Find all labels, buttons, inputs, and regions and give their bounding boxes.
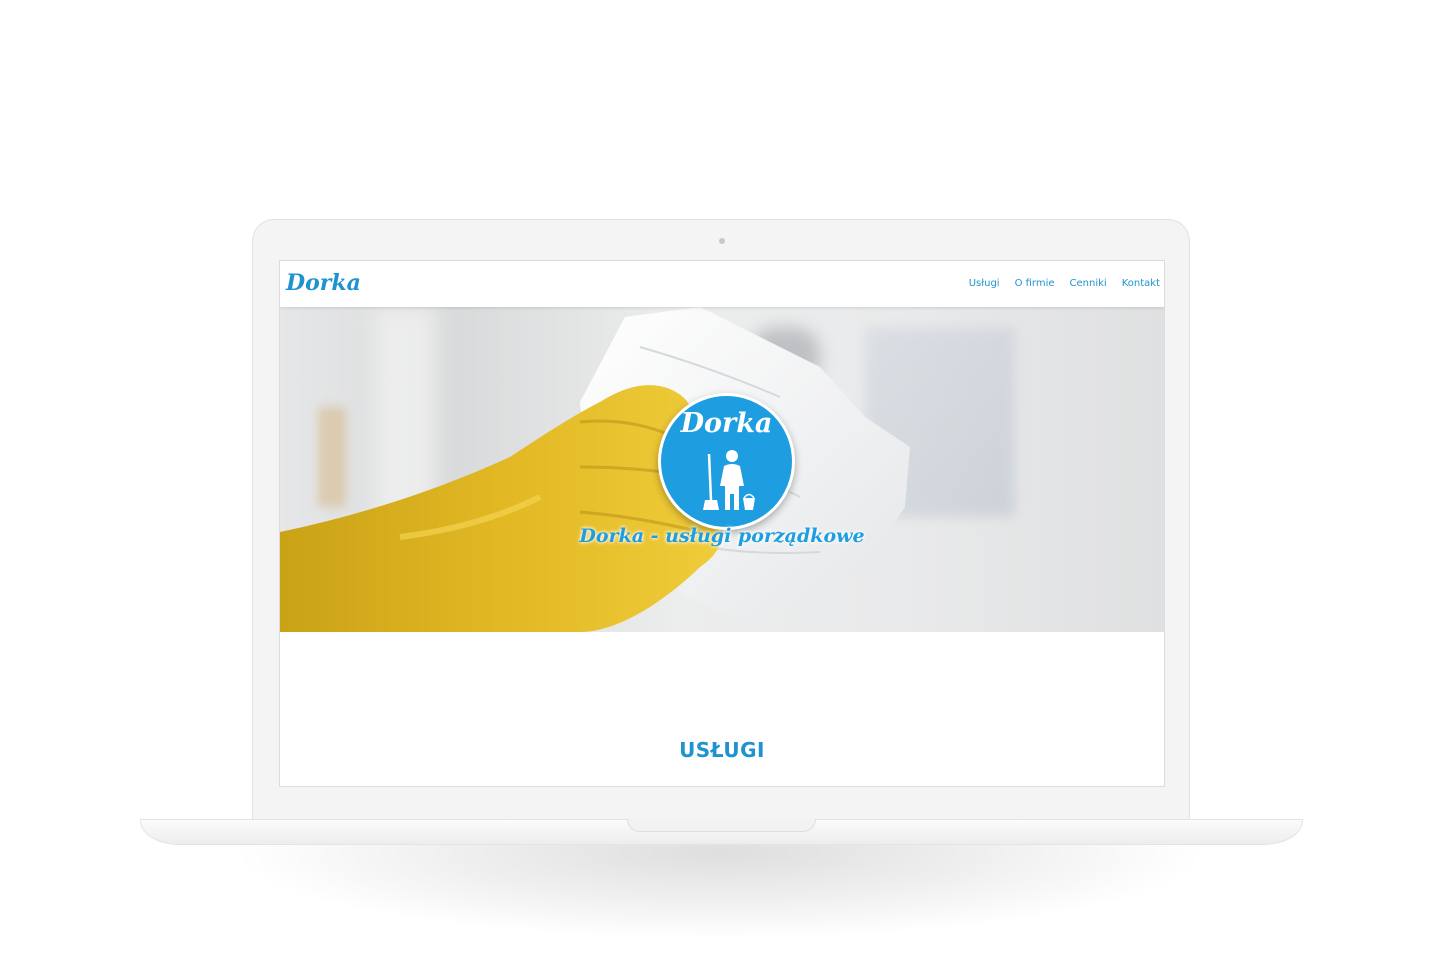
laptop-base-notch — [627, 819, 816, 832]
brand-logo-link[interactable]: Dorka — [286, 270, 361, 296]
laptop-screen: Dorka Usługi O firmie Cenniki Kontakt Do… — [279, 260, 1165, 787]
laptop-shadow — [230, 830, 1210, 940]
hero-tagline: Dorka - usługi porządkowe — [579, 525, 865, 547]
maid-with-broom-icon — [703, 450, 755, 510]
main-nav: Usługi O firmie Cenniki Kontakt — [954, 278, 1160, 289]
nav-link-uslugi[interactable]: Usługi — [969, 278, 1000, 289]
badge-title: Dorka — [680, 408, 773, 439]
site-navbar: Dorka Usługi O firmie Cenniki Kontakt — [280, 261, 1164, 307]
nav-link-cenniki[interactable]: Cenniki — [1070, 278, 1107, 289]
nav-link-kontakt[interactable]: Kontakt — [1122, 278, 1160, 289]
webcam — [719, 238, 725, 244]
hero-banner: Dorka Dorka - usługi porządkowe — [280, 307, 1164, 632]
nav-link-o-firmie[interactable]: O firmie — [1015, 278, 1055, 289]
dorka-logo-badge: Dorka — [658, 393, 795, 530]
services-heading: USŁUGI — [679, 737, 765, 762]
